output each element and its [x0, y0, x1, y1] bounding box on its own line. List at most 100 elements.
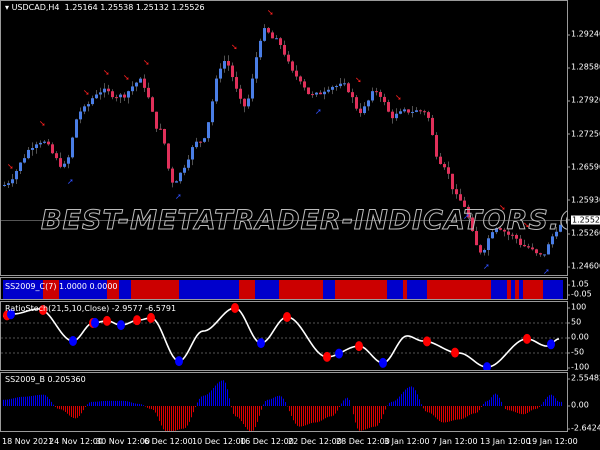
histogram-bar	[449, 406, 450, 422]
state-bar	[503, 280, 507, 299]
candle-body	[11, 179, 14, 184]
ss2009-c-panel[interactable]: SS2009_C(7) 1.0000 0.0000	[0, 277, 568, 300]
histogram-bar	[343, 400, 344, 406]
histogram-bar	[553, 395, 554, 406]
candle-body	[131, 86, 134, 92]
histogram-bar	[347, 397, 348, 406]
state-bar	[463, 280, 467, 299]
stoch-tick: 100	[566, 302, 587, 312]
histogram-bar	[509, 406, 510, 411]
candle-body	[63, 163, 66, 167]
histogram-bar	[279, 395, 280, 406]
candle-body	[299, 76, 302, 82]
histogram-bar	[399, 396, 400, 406]
state-bar	[163, 280, 167, 299]
state-bar	[271, 280, 275, 299]
histogram-bar	[259, 406, 260, 416]
histogram-bar	[203, 395, 204, 406]
candle-body	[103, 88, 106, 93]
candle-body	[459, 194, 462, 201]
candle-body	[151, 97, 154, 112]
current-price-label: 1.25526	[566, 215, 600, 225]
candle-body	[435, 135, 438, 157]
ss2009-b-histogram	[3, 380, 562, 431]
histogram-bar	[345, 398, 346, 406]
histogram-bar	[115, 400, 116, 406]
state-bar	[375, 280, 379, 299]
histogram-bar	[545, 399, 546, 406]
state-bar	[371, 280, 375, 299]
histogram-bar	[285, 402, 286, 406]
candle-body	[31, 147, 34, 150]
candle-body	[175, 181, 178, 183]
histogram-bar	[357, 406, 358, 429]
state-bar	[127, 280, 131, 299]
candle-body	[431, 117, 434, 136]
histogram-bar	[61, 406, 62, 410]
histogram-bar	[113, 400, 114, 406]
histogram-bar	[521, 406, 522, 415]
histogram-bar	[293, 406, 294, 421]
state-bar	[151, 280, 155, 299]
histogram-bar	[471, 406, 472, 415]
histogram-bar	[31, 396, 32, 406]
time-tick: 3 Jan 12:00	[384, 437, 430, 446]
histogram-bar	[301, 406, 302, 427]
stoch-tick: -100	[566, 362, 590, 372]
histogram-bar	[21, 396, 22, 406]
tick: 0.00	[567, 400, 589, 410]
histogram-bar	[459, 406, 460, 420]
red-signal-dot	[133, 315, 141, 326]
histogram-bar	[111, 400, 112, 406]
histogram-bar	[199, 398, 200, 406]
histogram-bar	[489, 399, 490, 406]
candle-body	[411, 111, 414, 113]
state-bar	[307, 280, 311, 299]
histogram-bar	[391, 401, 392, 406]
histogram-bar	[421, 404, 422, 406]
ss2009-b-panel[interactable]: SS2009_B 0.205360	[0, 372, 568, 432]
histogram-bar	[447, 406, 448, 423]
histogram-bar	[519, 406, 520, 414]
state-bar	[203, 280, 207, 299]
red-signal-dot	[451, 347, 459, 358]
histogram-bar	[493, 394, 494, 406]
candle-body	[483, 249, 486, 253]
candle-body	[71, 137, 74, 158]
candle-body	[371, 91, 374, 101]
candle-body	[239, 88, 242, 99]
histogram-bar	[63, 406, 64, 411]
histogram-bar	[161, 406, 162, 426]
histogram-bar	[409, 386, 410, 406]
histogram-bar	[325, 406, 326, 419]
histogram-bar	[401, 394, 402, 406]
histogram-bar	[495, 393, 496, 406]
histogram-bar	[335, 406, 336, 414]
state-bar	[223, 280, 227, 299]
histogram-bar	[561, 401, 562, 406]
red-signal-dot	[323, 351, 331, 362]
histogram-bar	[181, 406, 182, 429]
histogram-bar	[29, 396, 30, 406]
candle-body	[419, 110, 422, 112]
histogram-bar	[239, 406, 240, 419]
histogram-bar	[109, 400, 110, 406]
candle-body	[379, 91, 382, 97]
candle-body	[383, 96, 386, 103]
histogram-bar	[313, 406, 314, 423]
histogram-bar	[317, 406, 318, 423]
state-bar	[347, 280, 351, 299]
candle-body	[439, 156, 442, 164]
histogram-bar	[551, 394, 552, 406]
state-bar	[123, 280, 127, 299]
state-bar	[251, 280, 255, 299]
time-tick: 6 Dec 12:00	[144, 437, 193, 446]
candle-body	[455, 189, 458, 195]
price-chart-panel[interactable]: ▾ USDCAD,H4 1.25164 1.25538 1.25132 1.25…	[0, 0, 568, 276]
histogram-bar	[427, 406, 428, 413]
red-signal-dot	[231, 303, 239, 313]
histogram-bar	[11, 398, 12, 406]
candle-body	[359, 108, 362, 114]
ratiostoch-panel[interactable]: RatioStoch(21,5,10,Close) -2.9577 -6.579…	[0, 301, 568, 371]
state-bar	[143, 280, 147, 299]
